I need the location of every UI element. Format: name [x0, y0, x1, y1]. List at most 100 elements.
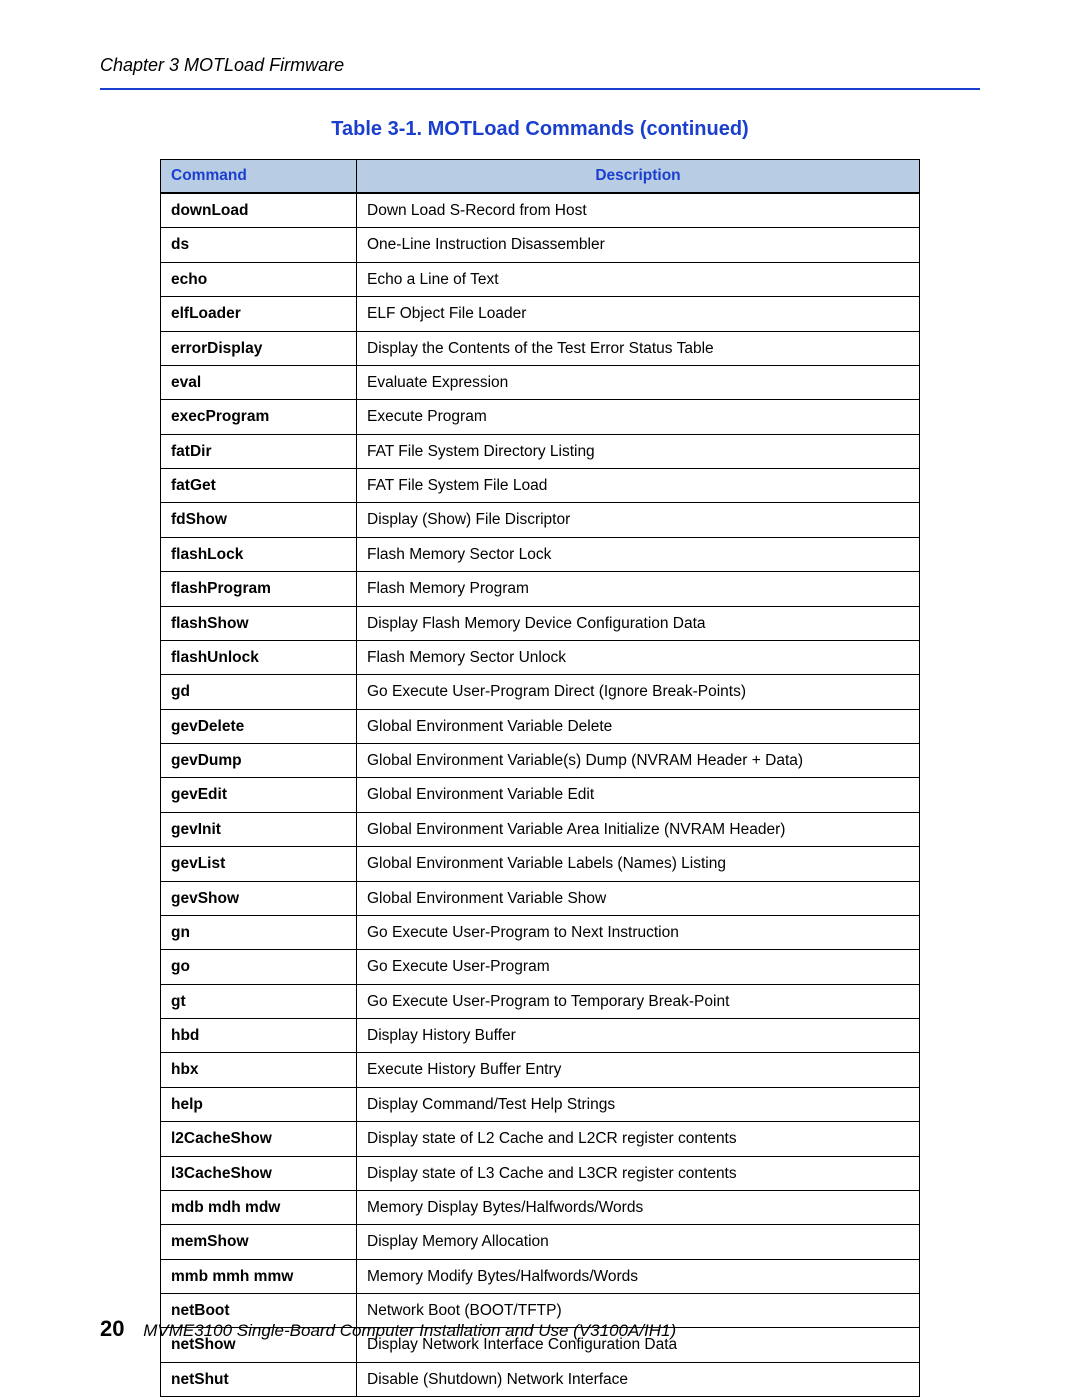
table-row: flashUnlockFlash Memory Sector Unlock — [161, 640, 920, 674]
command-cell: memShow — [161, 1225, 357, 1259]
description-cell: Display Command/Test Help Strings — [357, 1087, 920, 1121]
command-cell: eval — [161, 365, 357, 399]
page: Chapter 3 MOTLoad Firmware Table 3-1. MO… — [0, 0, 1080, 1397]
description-cell: Global Environment Variable Delete — [357, 709, 920, 743]
command-cell: gn — [161, 915, 357, 949]
table-row: gevListGlobal Environment Variable Label… — [161, 847, 920, 881]
command-cell: flashLock — [161, 537, 357, 571]
command-cell: hbd — [161, 1019, 357, 1053]
command-cell: fatDir — [161, 434, 357, 468]
command-cell: flashProgram — [161, 572, 357, 606]
table-row: gdGo Execute User-Program Direct (Ignore… — [161, 675, 920, 709]
table-row: memShowDisplay Memory Allocation — [161, 1225, 920, 1259]
command-cell: flashShow — [161, 606, 357, 640]
command-cell: netShut — [161, 1362, 357, 1396]
command-cell: flashUnlock — [161, 640, 357, 674]
command-cell: echo — [161, 262, 357, 296]
command-cell: mdb mdh mdw — [161, 1190, 357, 1224]
description-cell: Display Memory Allocation — [357, 1225, 920, 1259]
command-cell: gd — [161, 675, 357, 709]
command-cell: gevDelete — [161, 709, 357, 743]
table-row: gnGo Execute User-Program to Next Instru… — [161, 915, 920, 949]
footer: 20 MVME3100 Single-Board Computer Instal… — [100, 1316, 676, 1342]
col-command: Command — [161, 160, 357, 194]
description-cell: Go Execute User-Program — [357, 950, 920, 984]
command-cell: mmb mmh mmw — [161, 1259, 357, 1293]
table-row: evalEvaluate Expression — [161, 365, 920, 399]
description-cell: Flash Memory Sector Lock — [357, 537, 920, 571]
command-cell: gevInit — [161, 812, 357, 846]
command-cell: fatGet — [161, 469, 357, 503]
table-row: gtGo Execute User-Program to Temporary B… — [161, 984, 920, 1018]
table-row: elfLoaderELF Object File Loader — [161, 297, 920, 331]
table-row: gevInitGlobal Environment Variable Area … — [161, 812, 920, 846]
description-cell: Down Load S-Record from Host — [357, 193, 920, 228]
description-cell: Display History Buffer — [357, 1019, 920, 1053]
command-cell: gevEdit — [161, 778, 357, 812]
description-cell: Global Environment Variable(s) Dump (NVR… — [357, 744, 920, 778]
table-row: hbxExecute History Buffer Entry — [161, 1053, 920, 1087]
table-row: fatDirFAT File System Directory Listing — [161, 434, 920, 468]
table-row: gevEditGlobal Environment Variable Edit — [161, 778, 920, 812]
description-cell: Go Execute User-Program to Temporary Bre… — [357, 984, 920, 1018]
description-cell: ELF Object File Loader — [357, 297, 920, 331]
description-cell: Memory Display Bytes/Halfwords/Words — [357, 1190, 920, 1224]
command-cell: fdShow — [161, 503, 357, 537]
description-cell: FAT File System Directory Listing — [357, 434, 920, 468]
table-row: downLoadDown Load S-Record from Host — [161, 193, 920, 228]
table-row: dsOne-Line Instruction Disassembler — [161, 228, 920, 262]
table-row: gevDeleteGlobal Environment Variable Del… — [161, 709, 920, 743]
chapter-header: Chapter 3 MOTLoad Firmware — [100, 55, 980, 76]
command-cell: gevList — [161, 847, 357, 881]
command-cell: execProgram — [161, 400, 357, 434]
table-row: fatGetFAT File System File Load — [161, 469, 920, 503]
table-row: hbdDisplay History Buffer — [161, 1019, 920, 1053]
table-row: mmb mmh mmwMemory Modify Bytes/Halfwords… — [161, 1259, 920, 1293]
doc-title: MVME3100 Single-Board Computer Installat… — [143, 1321, 676, 1340]
command-cell: l2CacheShow — [161, 1122, 357, 1156]
table-row: l2CacheShowDisplay state of L2 Cache and… — [161, 1122, 920, 1156]
command-cell: go — [161, 950, 357, 984]
description-cell: Evaluate Expression — [357, 365, 920, 399]
description-cell: Flash Memory Sector Unlock — [357, 640, 920, 674]
description-cell: Global Environment Variable Area Initial… — [357, 812, 920, 846]
table-row: flashShowDisplay Flash Memory Device Con… — [161, 606, 920, 640]
table-row: echoEcho a Line of Text — [161, 262, 920, 296]
command-cell: downLoad — [161, 193, 357, 228]
description-cell: Execute Program — [357, 400, 920, 434]
command-cell: ds — [161, 228, 357, 262]
table-row: helpDisplay Command/Test Help Strings — [161, 1087, 920, 1121]
command-cell: help — [161, 1087, 357, 1121]
description-cell: Go Execute User-Program to Next Instruct… — [357, 915, 920, 949]
description-cell: Display (Show) File Discriptor — [357, 503, 920, 537]
table-row: flashLockFlash Memory Sector Lock — [161, 537, 920, 571]
description-cell: Disable (Shutdown) Network Interface — [357, 1362, 920, 1396]
col-description: Description — [357, 160, 920, 194]
command-cell: elfLoader — [161, 297, 357, 331]
description-cell: Display state of L3 Cache and L3CR regis… — [357, 1156, 920, 1190]
description-cell: FAT File System File Load — [357, 469, 920, 503]
description-cell: Display Flash Memory Device Configuratio… — [357, 606, 920, 640]
description-cell: Flash Memory Program — [357, 572, 920, 606]
table-row: flashProgramFlash Memory Program — [161, 572, 920, 606]
table-row: l3CacheShowDisplay state of L3 Cache and… — [161, 1156, 920, 1190]
description-cell: One-Line Instruction Disassembler — [357, 228, 920, 262]
table-row: errorDisplayDisplay the Contents of the … — [161, 331, 920, 365]
header-rule — [100, 88, 980, 90]
description-cell: Go Execute User-Program Direct (Ignore B… — [357, 675, 920, 709]
table-row: gevShowGlobal Environment Variable Show — [161, 881, 920, 915]
description-cell: Display state of L2 Cache and L2CR regis… — [357, 1122, 920, 1156]
description-cell: Global Environment Variable Edit — [357, 778, 920, 812]
commands-table: Command Description downLoadDown Load S-… — [160, 159, 920, 1397]
table-row: goGo Execute User-Program — [161, 950, 920, 984]
table-row: fdShowDisplay (Show) File Discriptor — [161, 503, 920, 537]
command-cell: gevDump — [161, 744, 357, 778]
command-cell: hbx — [161, 1053, 357, 1087]
description-cell: Echo a Line of Text — [357, 262, 920, 296]
table-title: Table 3-1. MOTLoad Commands (continued) — [100, 118, 980, 141]
table-header-row: Command Description — [161, 160, 920, 194]
table-row: execProgramExecute Program — [161, 400, 920, 434]
description-cell: Global Environment Variable Show — [357, 881, 920, 915]
command-cell: l3CacheShow — [161, 1156, 357, 1190]
table-row: netShutDisable (Shutdown) Network Interf… — [161, 1362, 920, 1396]
